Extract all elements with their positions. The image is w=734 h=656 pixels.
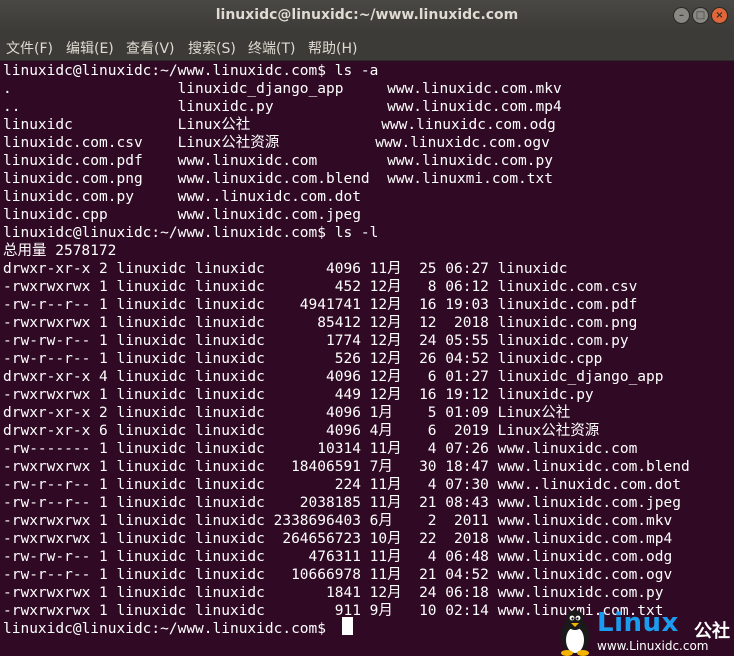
terminal-line: -rw-r--r-- 1 linuxidc linuxidc 4941741 1…	[3, 297, 638, 313]
terminal-line: .. linuxidc.py www.linuxidc.com.mp4	[3, 99, 562, 115]
terminal-line: -rwxrwxrwx 1 linuxidc linuxidc 452 12月 8…	[3, 279, 638, 295]
terminal-line: 总用量 2578172	[3, 243, 117, 259]
watermark-brand: Linux	[597, 608, 679, 638]
window-titlebar[interactable]: linuxidc@linuxidc:~/www.linuxidc.com – □…	[0, 0, 734, 32]
minimize-button[interactable]: –	[673, 7, 690, 24]
terminal-line: linuxidc Linux公社 www.linuxidc.com.odg	[3, 117, 556, 133]
terminal-line: -rwxrwxrwx 1 linuxidc linuxidc 233869640…	[3, 513, 673, 529]
minimize-icon: –	[679, 9, 684, 21]
terminal-line: drwxr-xr-x 2 linuxidc linuxidc 4096 11月 …	[3, 261, 568, 277]
terminal-cursor	[342, 617, 353, 635]
window-title: linuxidc@linuxidc:~/www.linuxidc.com	[215, 7, 519, 23]
terminal-line: -rw------- 1 linuxidc linuxidc 10314 11月…	[3, 441, 638, 457]
terminal-line: -rw-rw-r-- 1 linuxidc linuxidc 476311 11…	[3, 549, 673, 565]
terminal-line: . linuxidc_django_app www.linuxidc.com.m…	[3, 81, 562, 97]
menu-file[interactable]: 文件(F)	[6, 38, 53, 58]
menu-view[interactable]: 查看(V)	[126, 38, 175, 58]
terminal-line: -rw-r--r-- 1 linuxidc linuxidc 10666978 …	[3, 567, 673, 583]
terminal-line: -rwxrwxrwx 1 linuxidc linuxidc 1841 12月 …	[3, 585, 664, 601]
terminal-line: -rwxrwxrwx 1 linuxidc linuxidc 264656723…	[3, 531, 673, 547]
terminal-line: -rw-r--r-- 1 linuxidc linuxidc 224 11月 4…	[3, 477, 681, 493]
linuxidc-watermark: Linux 公社 www.Linuxidc.com	[553, 608, 734, 656]
prompt-line: linuxidc@linuxidc:~/www.linuxidc.com$	[3, 621, 335, 637]
terminal-line: -rw-r--r-- 1 linuxidc linuxidc 526 12月 2…	[3, 351, 603, 367]
terminal-line: drwxr-xr-x 4 linuxidc linuxidc 4096 12月 …	[3, 369, 664, 385]
terminal-line: -rwxrwxrwx 1 linuxidc linuxidc 449 12月 1…	[3, 387, 594, 403]
watermark-url: www.Linuxidc.com	[597, 639, 709, 653]
terminal-line: linuxidc.com.png www.linuxidc.com.blend …	[3, 171, 553, 187]
terminal-line: drwxr-xr-x 6 linuxidc linuxidc 4096 4月 6…	[3, 423, 600, 439]
menu-bar: 文件(F) 编辑(E) 查看(V) 搜索(S) 终端(T) 帮助(H)	[0, 32, 734, 61]
close-icon: ×	[715, 9, 724, 21]
menu-edit[interactable]: 编辑(E)	[66, 38, 114, 58]
close-button[interactable]: ×	[711, 7, 728, 24]
terminal-line: drwxr-xr-x 2 linuxidc linuxidc 4096 1月 5…	[3, 405, 571, 421]
terminal-line: linuxidc@linuxidc:~/www.linuxidc.com$ ls…	[3, 63, 379, 79]
terminal-line: -rwxrwxrwx 1 linuxidc linuxidc 18406591 …	[3, 459, 690, 475]
maximize-button[interactable]: □	[692, 7, 709, 24]
tux-penguin-icon	[561, 610, 589, 656]
maximize-icon: □	[695, 9, 706, 21]
terminal-line: linuxidc.cpp www.linuxidc.com.jpeg	[3, 207, 361, 223]
terminal-line: linuxidc.com.csv Linux公社资源 www.linuxidc.…	[3, 135, 550, 151]
terminal-line: linuxidc@linuxidc:~/www.linuxidc.com$ ls…	[3, 225, 379, 241]
terminal-line: linuxidc.com.py www..linuxidc.com.dot	[3, 189, 361, 205]
terminal-line: -rwxrwxrwx 1 linuxidc linuxidc 85412 12月…	[3, 315, 638, 331]
menu-search[interactable]: 搜索(S)	[188, 38, 236, 58]
menu-help[interactable]: 帮助(H)	[308, 38, 357, 58]
terminal-line: linuxidc.com.pdf www.linuxidc.com www.li…	[3, 153, 553, 169]
menu-terminal[interactable]: 终端(T)	[248, 38, 295, 58]
terminal-line: -rw-r--r-- 1 linuxidc linuxidc 2038185 1…	[3, 495, 681, 511]
terminal-line: -rw-rw-r-- 1 linuxidc linuxidc 1774 12月 …	[3, 333, 629, 349]
